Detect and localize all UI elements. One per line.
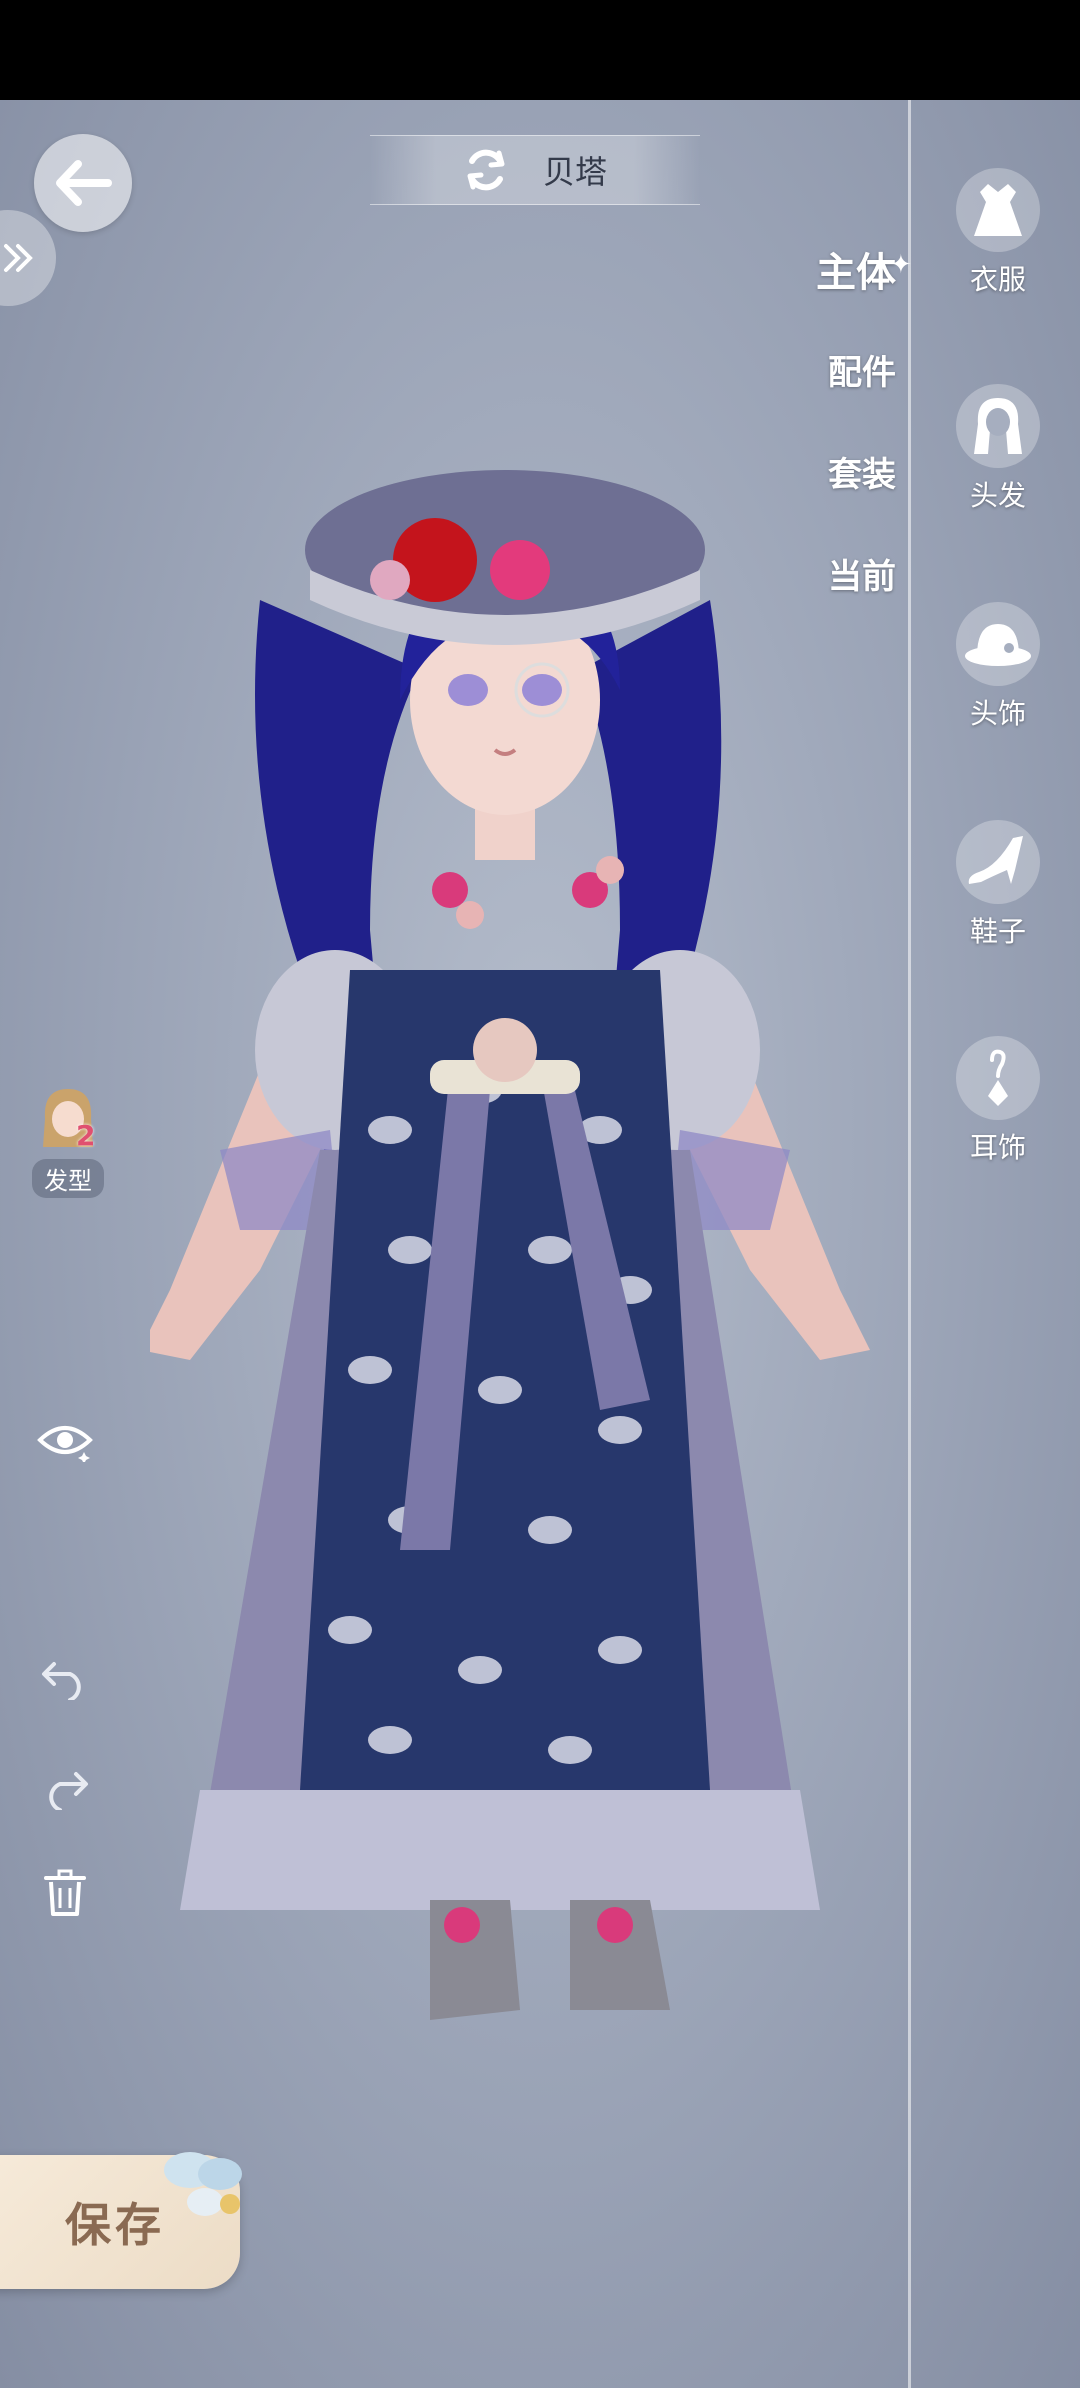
hair-style-badge: 2 [76,1119,96,1152]
nav-item-hair[interactable]: 头发 [948,384,1048,514]
eye-icon [37,1426,93,1462]
back-button[interactable] [34,134,132,232]
hat-icon [956,602,1040,686]
nav-label: 鞋子 [969,915,1026,948]
nav-item-clothes[interactable]: 衣服 [948,168,1048,298]
nav-label: 耳饰 [969,1131,1026,1164]
trash-icon [44,1869,86,1916]
tab-main[interactable]: 主体 [816,240,896,298]
nav-label: 头饰 [969,697,1026,730]
double-chevron-right-icon [4,244,33,272]
earring-icon [956,1036,1040,1120]
character-model [150,470,870,2020]
visibility-toggle[interactable] [30,1405,100,1475]
nav-item-earrings[interactable]: 耳饰 [948,1036,1048,1166]
arrow-left-icon [56,160,112,206]
hair-style-button[interactable]: 2 发型 [18,1085,118,1198]
nav-label: 衣服 [969,263,1026,296]
nav-item-shoes[interactable]: 鞋子 [948,820,1048,950]
status-bar [0,0,1080,100]
tab-sets[interactable]: 套装 [828,447,896,496]
nav-label: 头发 [969,479,1026,512]
sparkle-icon: ✦ [890,250,912,280]
refresh-icon[interactable] [463,147,509,193]
undo-icon [42,1662,81,1700]
shoe-icon [956,820,1040,904]
hair-icon [956,384,1040,468]
tab-current[interactable]: 当前 [828,549,896,598]
redo-button[interactable] [30,1750,100,1820]
butterfly-decoration-icon [164,2152,242,2216]
outfit-title-bar[interactable]: 贝塔 [370,135,700,205]
nav-item-headwear[interactable]: 头饰 [948,602,1048,732]
tab-accessories[interactable]: 配件 [828,345,896,394]
outfit-title: 贝塔 [542,153,607,191]
redo-icon [49,1772,88,1810]
hair-style-label: 发型 [32,1159,104,1198]
dress-icon [956,168,1040,252]
undo-button[interactable] [30,1640,100,1710]
delete-button[interactable] [30,1858,100,1928]
